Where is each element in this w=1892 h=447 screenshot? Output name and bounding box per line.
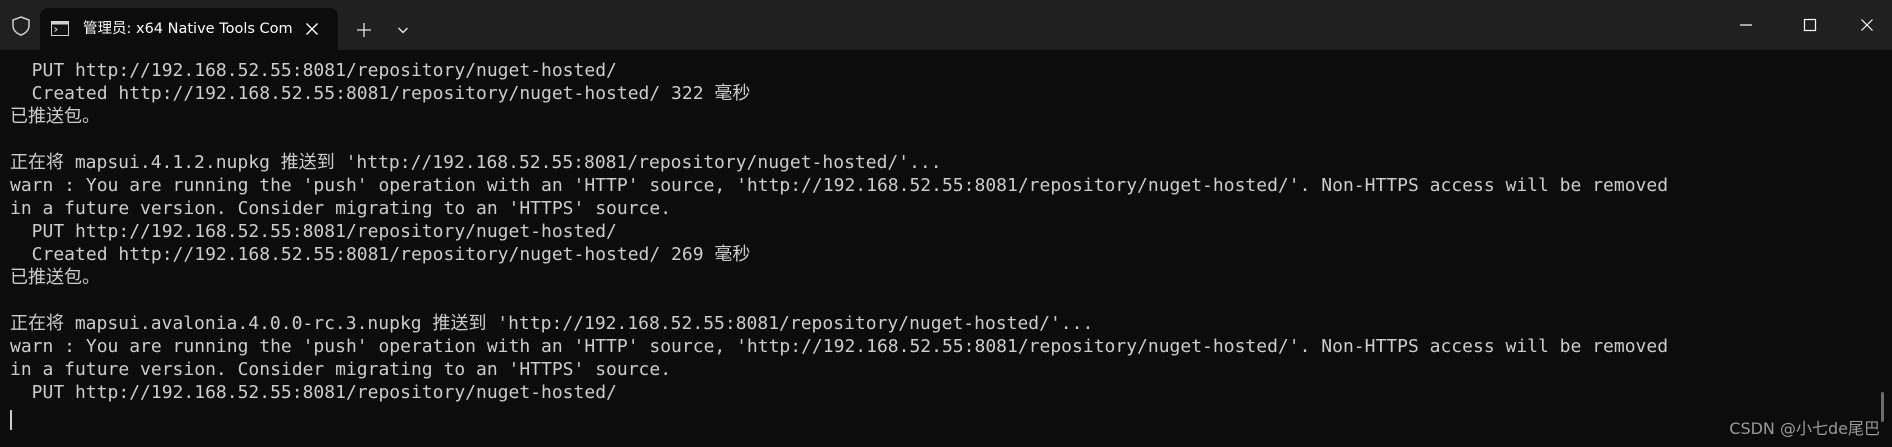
terminal-line: PUT http://192.168.52.55:8081/repository…	[10, 60, 617, 81]
terminal-line: in a future version. Consider migrating …	[10, 198, 672, 219]
watermark: CSDN @小七de尾巴	[1729, 419, 1880, 438]
terminal-line: Created http://192.168.52.55:8081/reposi…	[10, 244, 751, 265]
close-icon	[1861, 19, 1873, 31]
close-icon[interactable]	[302, 19, 322, 39]
tab-terminal[interactable]: 管理员: x64 Native Tools Comr	[40, 8, 338, 50]
terminal-line: 正在将 mapsui.4.1.2.nupkg 推送到 'http://192.1…	[10, 152, 942, 173]
maximize-icon	[1803, 18, 1817, 32]
terminal-line: 已推送包。	[10, 106, 100, 127]
title-bar[interactable]: 管理员: x64 Native Tools Comr	[0, 0, 1892, 50]
terminal-line: 已推送包。	[10, 267, 100, 288]
terminal-icon	[51, 21, 69, 36]
maximize-button[interactable]	[1778, 0, 1842, 50]
terminal-output[interactable]: PUT http://192.168.52.55:8081/repository…	[10, 59, 1882, 439]
shield-icon	[10, 15, 32, 37]
chevron-down-icon[interactable]	[393, 20, 413, 40]
terminal-line: in a future version. Consider migrating …	[10, 359, 672, 380]
close-window-button[interactable]	[1842, 0, 1892, 50]
text-cursor	[10, 410, 12, 430]
terminal-line: 正在将 mapsui.avalonia.4.0.0-rc.3.nupkg 推送到…	[10, 313, 1094, 334]
terminal-line: PUT http://192.168.52.55:8081/repository…	[10, 221, 617, 242]
terminal-line: PUT http://192.168.52.55:8081/repository…	[10, 382, 617, 403]
prompt-line[interactable]	[10, 404, 1882, 430]
tab-title: 管理员: x64 Native Tools Comr	[83, 21, 293, 37]
minimize-icon	[1740, 24, 1752, 26]
terminal-line: warn : You are running the 'push' operat…	[10, 175, 1669, 196]
terminal-line: Created http://192.168.52.55:8081/reposi…	[10, 83, 751, 104]
minimize-button[interactable]	[1714, 0, 1778, 50]
terminal-window: 管理员: x64 Native Tools Comr PUT http://19…	[0, 0, 1892, 447]
plus-icon[interactable]	[354, 20, 374, 40]
scrollbar[interactable]	[1881, 392, 1884, 422]
terminal-line: warn : You are running the 'push' operat…	[10, 336, 1669, 357]
